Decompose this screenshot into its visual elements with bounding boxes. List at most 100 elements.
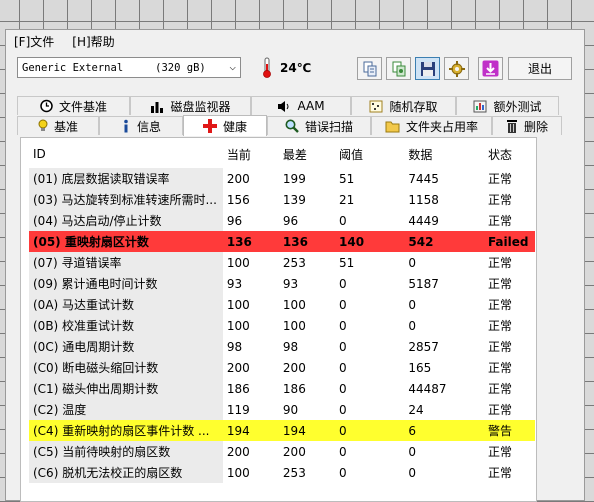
table-row[interactable]: (0A) 马达重试计数 100 100 0 0 正常	[29, 294, 535, 315]
magnifier-icon	[285, 119, 299, 133]
worst-value-cell: 96	[282, 213, 299, 228]
tab-erase[interactable]: 删除	[492, 116, 562, 135]
table-row[interactable]: (C1) 磁头伸出周期计数 186 186 0 44487 正常	[29, 378, 535, 399]
worst-value-cell: 93	[282, 276, 299, 291]
threshold-value-cell: 0	[339, 339, 347, 354]
drive-select[interactable]: Generic External (320 gB) ⌵	[17, 57, 241, 78]
menu-help[interactable]: [H]帮助	[72, 33, 114, 50]
threshold-value-cell: 0	[339, 213, 347, 228]
threshold-value-cell: 0	[335, 420, 405, 441]
download-button[interactable]	[478, 57, 503, 80]
copy-icon	[363, 61, 376, 76]
drive-name: Generic External	[22, 61, 124, 74]
folder-icon	[385, 121, 400, 132]
status-cell: 正常	[487, 298, 512, 312]
copy-image-icon	[392, 61, 405, 76]
temperature-readout: 24℃	[280, 61, 312, 75]
tab-label: 错误扫描	[304, 119, 353, 134]
tab-error-scan[interactable]: 错误扫描	[267, 116, 371, 135]
raw-data-cell: 4449	[408, 213, 439, 228]
current-value-cell: 100	[226, 318, 250, 333]
current-value-cell: 119	[226, 402, 250, 417]
worst-value-cell: 253	[282, 255, 306, 270]
worst-value-cell: 98	[282, 339, 299, 354]
table-row[interactable]: (01) 底层数据读取错误率 200 199 51 7445 正常	[29, 168, 535, 189]
raw-data-cell: 0	[408, 465, 417, 480]
current-value-cell: 98	[226, 339, 243, 354]
table-row[interactable]: (07) 寻道错误率 100 253 51 0 正常	[29, 252, 535, 273]
menu-file[interactable]: [F]文件	[14, 33, 54, 50]
status-cell: 正常	[487, 361, 512, 375]
tab-info[interactable]: 信息	[99, 116, 183, 135]
threshold-value-cell: 0	[339, 297, 347, 312]
status-cell: 正常	[487, 382, 512, 396]
column-header-data[interactable]: 数据	[404, 140, 484, 168]
status-cell: 正常	[487, 256, 512, 270]
tab-benchmark[interactable]: 基准	[17, 116, 99, 135]
table-row[interactable]: (09) 累计通电时间计数 93 93 0 5187 正常	[29, 273, 535, 294]
attribute-id-cell: (09) 累计通电时间计数	[29, 273, 223, 294]
tab-label: 基准	[53, 119, 78, 134]
table-row[interactable]: (0B) 校准重试计数 100 100 0 0 正常	[29, 315, 535, 336]
tab-file-benchmark[interactable]: 文件基准	[17, 96, 130, 115]
copy-text-button[interactable]	[357, 57, 382, 80]
tab-aam[interactable]: AAM	[251, 96, 351, 115]
tab-label: 信息	[136, 119, 161, 134]
tab-disk-monitor[interactable]: 磁盘监视器	[130, 96, 251, 115]
table-row[interactable]: (C0) 断电磁头缩回计数 200 200 0 165 正常	[29, 357, 535, 378]
raw-data-cell: 2857	[408, 339, 439, 354]
raw-data-cell: 0	[408, 297, 417, 312]
thermometer-icon	[263, 57, 271, 78]
attribute-id-cell: (0B) 校准重试计数	[29, 315, 223, 336]
attribute-id-cell: (C1) 磁头伸出周期计数	[29, 378, 223, 399]
status-cell: 正常	[487, 277, 512, 291]
table-row[interactable]: (05) 重映射扇区计数 136 136 140 542 Failed	[29, 231, 535, 252]
column-header-worst[interactable]: 最差	[279, 140, 335, 168]
status-cell: 正常	[487, 466, 512, 480]
random-access-icon	[369, 100, 383, 112]
threshold-value-cell: 0	[339, 402, 347, 417]
status-cell: 正常	[487, 403, 512, 417]
table-row[interactable]: (03) 马达旋转到标准转速所需时... 156 139 21 1158 正常	[29, 189, 535, 210]
tab-label: 文件基准	[58, 99, 107, 114]
tab-extra-tests[interactable]: 额外测试	[456, 96, 559, 115]
floppy-disk-icon	[420, 61, 435, 76]
worst-value-cell: 136	[278, 231, 336, 252]
attribute-id-cell: (0C) 通电周期计数	[29, 336, 223, 357]
copy-image-button[interactable]	[386, 57, 411, 80]
raw-data-cell: 5187	[408, 276, 439, 291]
raw-data-cell: 542	[404, 231, 484, 252]
tab-label: 删除	[523, 119, 548, 134]
column-header-id[interactable]: ID	[29, 140, 223, 168]
column-header-status[interactable]: 状态	[484, 140, 535, 168]
info-icon	[124, 119, 128, 133]
tab-health[interactable]: 健康	[183, 115, 267, 136]
status-cell: 正常	[487, 319, 512, 333]
save-button[interactable]	[415, 57, 440, 80]
table-row[interactable]: (04) 马达启动/停止计数 96 96 0 4449 正常	[29, 210, 535, 231]
tab-row-2: 基准 信息 健康 错误扫描 文件夹占用率 删除	[17, 115, 562, 136]
table-row[interactable]: (C5) 当前待映射的扇区数 200 200 0 0 正常	[29, 441, 535, 462]
attribute-id-cell: (03) 马达旋转到标准转速所需时...	[29, 189, 223, 210]
table-row[interactable]: (C2) 温度 119 90 0 24 正常	[29, 399, 535, 420]
table-row[interactable]: (C4) 重新映射的扇区事件计数 ... 194 194 0 6 警告	[29, 420, 535, 441]
options-button[interactable]	[444, 57, 469, 80]
status-cell: 正常	[487, 193, 512, 207]
tab-label: 磁盘监视器	[170, 99, 231, 114]
worst-value-cell: 200	[282, 444, 306, 459]
tab-random-access[interactable]: 随机存取	[351, 96, 456, 115]
table-row[interactable]: (C6) 脱机无法校正的扇区数 100 253 0 0 正常	[29, 462, 535, 483]
status-cell: 正常	[487, 340, 512, 354]
attribute-id-cell: (C5) 当前待映射的扇区数	[29, 441, 223, 462]
column-header-current[interactable]: 当前	[223, 140, 279, 168]
threshold-value-cell: 51	[339, 255, 355, 270]
threshold-value-cell: 51	[339, 171, 355, 186]
table-row[interactable]: (0C) 通电周期计数 98 98 0 2857 正常	[29, 336, 535, 357]
column-header-threshold[interactable]: 阈值	[335, 140, 404, 168]
exit-button[interactable]: 退出	[508, 57, 572, 80]
threshold-value-cell: 0	[339, 444, 347, 459]
threshold-value-cell: 21	[339, 192, 355, 207]
smart-table: ID 当前 最差 阈值 数据 状态 (01) 底层数据读取错误率 200 199 51…	[29, 140, 535, 483]
tab-folder-usage[interactable]: 文件夹占用率	[371, 116, 492, 135]
worst-value-cell: 100	[282, 318, 306, 333]
